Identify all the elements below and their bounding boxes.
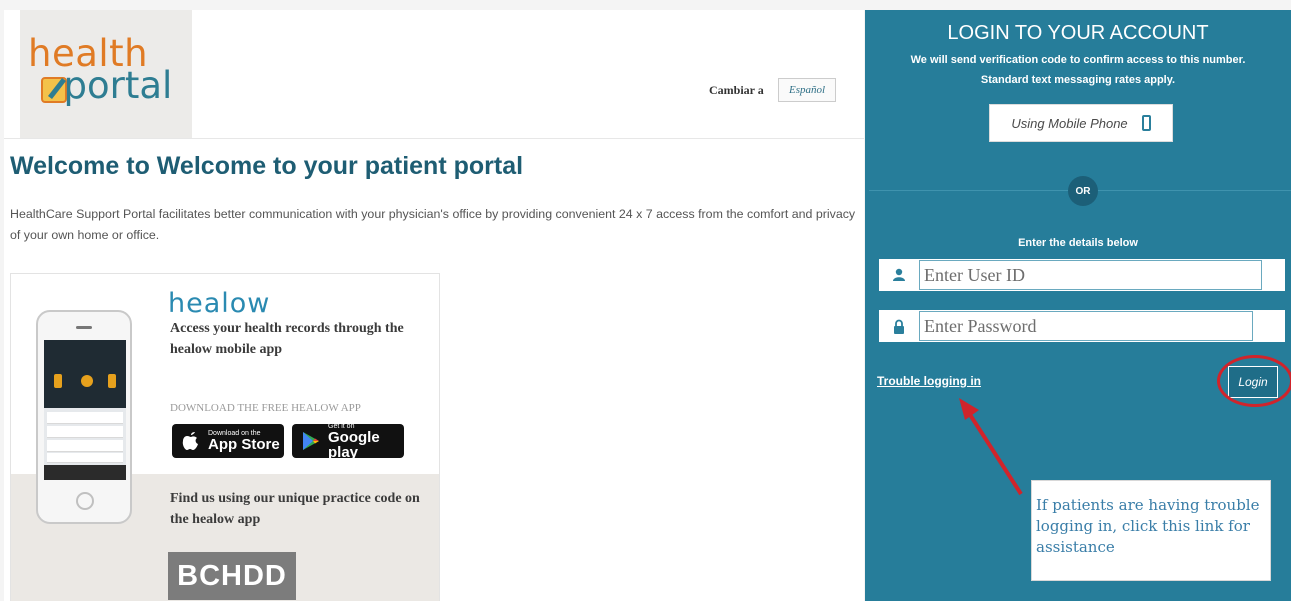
phone-list-row [47,453,123,463]
divider [4,138,864,139]
mobile-phone-button-label: Using Mobile Phone [1011,115,1128,131]
practice-code-badge: BCHDD [168,552,296,600]
trouble-logging-in-link[interactable]: Trouble logging in [877,374,981,388]
welcome-description: HealthCare Support Portal facilitates be… [10,207,856,242]
login-subtitle: We will send verification code to confir… [910,54,1246,66]
logo-text-portal: portal [63,64,173,107]
phone-bottom-bar [44,465,126,480]
annotation-note: If patients are having trouble logging i… [1031,480,1271,581]
phone-app-icon [108,374,116,388]
user-id-row [879,259,1285,291]
login-panel: LOGIN TO YOUR ACCOUNT We will send verif… [865,10,1291,601]
google-play-button[interactable]: Get it on Google play [292,423,404,461]
phone-list-row [47,412,123,424]
mobile-phone-login-button[interactable]: Using Mobile Phone [989,104,1173,142]
healow-app-card: healow Access your health records throug… [10,273,440,601]
phone-image [36,310,132,524]
login-title: LOGIN TO YOUR ACCOUNT [947,22,1209,44]
healow-logo: healow [168,288,271,319]
practice-code-instructions: Find us using our unique practice code o… [170,491,420,527]
annotation-circle [1217,355,1291,407]
health-portal-logo[interactable]: health portal [20,10,192,138]
password-row [879,310,1285,342]
left-content: health portal Cambiar a Español Welcome … [4,10,864,601]
user-id-input[interactable] [919,260,1262,290]
or-badge: OR [1068,176,1098,206]
details-label: Enter the details below [1018,237,1138,249]
phone-screen [44,340,126,480]
apple-icon [182,432,198,450]
lock-icon [879,310,919,342]
page-title: Welcome to Welcome to your patient porta… [10,152,524,180]
mobile-phone-icon [1141,115,1151,131]
password-input[interactable] [919,311,1253,341]
healow-tagline: Access your health records through the h… [170,321,404,357]
language-toggle-button[interactable]: Español [778,78,836,102]
user-icon [879,259,919,291]
phone-home-button [76,492,94,510]
phone-app-icon [54,374,62,388]
annotation-note-text: If patients are having trouble logging i… [1036,496,1260,556]
phone-list-row [47,426,123,438]
download-label: DOWNLOAD THE FREE HEALOW APP [170,402,361,414]
google-play-label: Google play [328,428,380,461]
language-label: Cambiar a [709,83,764,97]
login-subtitle-rates: Standard text messaging rates apply. [980,74,1176,86]
app-store-label: App Store [208,436,280,453]
google-play-icon [303,432,319,450]
phone-app-icon [81,375,93,387]
app-store-button[interactable]: Download on the App Store [172,424,284,458]
phone-list-row [47,440,123,452]
phone-speaker [76,326,92,329]
